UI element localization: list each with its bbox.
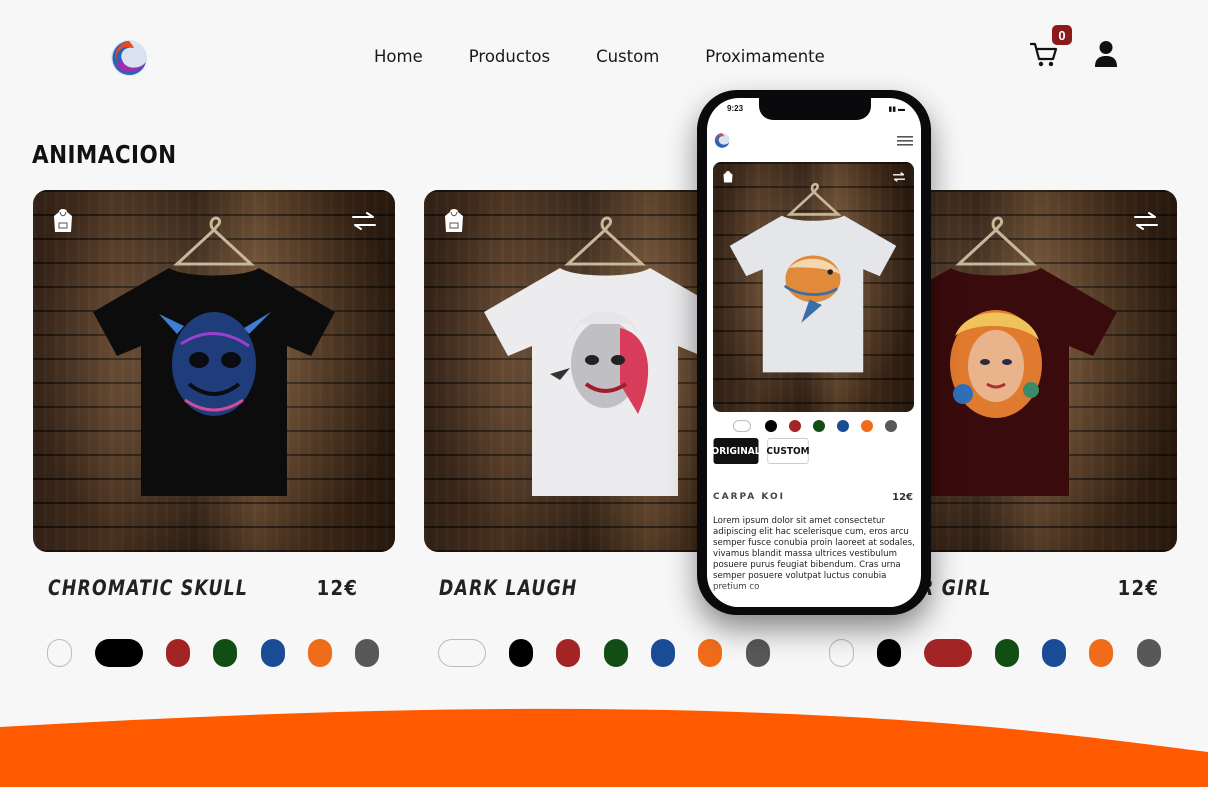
color-swatch-white[interactable] [829,639,854,667]
color-swatch-black-selected[interactable] [95,639,143,667]
color-swatch-red[interactable] [166,639,190,667]
color-swatch-white-selected[interactable] [438,639,486,667]
tshirt-image [729,215,897,373]
color-swatch-blue[interactable] [651,639,675,667]
color-swatch-gray[interactable] [885,420,897,432]
tshirt-image [484,268,726,496]
hoodie-icon[interactable] [444,208,464,234]
hanger-icon [564,216,646,266]
color-swatch-orange[interactable] [861,420,873,432]
color-swatch-gray[interactable] [1137,639,1161,667]
nav-proximamente[interactable]: Proximamente [705,47,825,66]
color-swatch-blue[interactable] [837,420,849,432]
swap-arrows-icon[interactable] [351,212,377,230]
hamburger-menu-icon[interactable] [897,136,913,146]
product-price: 12€ [1117,576,1159,600]
brand-logo[interactable] [713,132,731,149]
product-name[interactable]: DARK LAUGH [439,576,578,600]
phone-product-price: 12€ [892,492,913,503]
tab-original[interactable]: ORIGINAL [712,438,760,464]
color-swatch-red[interactable] [556,639,580,667]
color-swatch-orange[interactable] [308,639,332,667]
color-swatch-black[interactable] [509,639,533,667]
swap-arrows-icon[interactable] [1133,212,1159,230]
color-swatch-green[interactable] [995,639,1019,667]
hoodie-icon[interactable] [723,170,733,184]
product-card-chromatic-skull[interactable] [33,190,395,552]
color-swatch-green[interactable] [213,639,237,667]
color-swatch-red[interactable] [789,420,801,432]
swap-arrows-icon[interactable] [892,172,906,182]
user-icon[interactable] [1094,40,1118,68]
color-swatch-green[interactable] [604,639,628,667]
phone-product-card[interactable] [713,162,914,412]
color-swatch-blue[interactable] [1042,639,1066,667]
color-swatch-orange[interactable] [698,639,722,667]
scroll-fade [707,583,921,607]
main-nav: Home Productos Custom Proximamente [374,47,825,66]
phone-notch [759,98,871,120]
phone-product-description: Lorem ipsum dolor sit amet consectetur a… [713,516,915,592]
color-swatch-black[interactable] [877,639,901,667]
color-swatch-blue[interactable] [261,639,285,667]
hanger-icon [955,216,1037,266]
product-price: 12€ [316,576,358,600]
signal-battery-icon: ▮▮ ▬ [888,106,905,113]
color-swatch-white[interactable] [47,639,72,667]
tab-custom[interactable]: CUSTOM [766,438,810,464]
color-swatch-orange[interactable] [1089,639,1113,667]
color-swatch-gray[interactable] [746,639,770,667]
phone-time: 9:23 [727,104,744,113]
nav-home[interactable]: Home [374,47,423,66]
footer-wave [0,708,1208,787]
phone-product-name: CARPA KOI [713,492,785,502]
color-swatch-red-selected[interactable] [924,639,972,667]
phone-mockup: 9:23 ▮▮ ▬ ORIGINAL CUSTOM CARPA KOI 12€ … [697,90,931,615]
nav-custom[interactable]: Custom [596,47,659,66]
girl-portrait-print [950,310,1042,418]
color-swatch-black[interactable] [765,420,777,432]
brand-logo[interactable] [108,38,150,78]
nav-productos[interactable]: Productos [469,47,550,66]
hanger-icon [787,182,841,216]
hoodie-icon[interactable] [53,208,73,234]
section-title: ANIMACION [32,140,177,169]
hanger-icon [173,216,255,266]
product-name[interactable]: CHROMATIC SKULL [48,576,248,600]
cart-icon[interactable] [1030,42,1058,68]
color-swatch-white-selected[interactable] [733,420,751,432]
color-swatch-gray[interactable] [355,639,379,667]
cart-count-badge: 0 [1052,25,1072,45]
color-swatch-green[interactable] [813,420,825,432]
phone-screen: 9:23 ▮▮ ▬ ORIGINAL CUSTOM CARPA KOI 12€ … [707,98,921,607]
tshirt-image [93,268,335,496]
